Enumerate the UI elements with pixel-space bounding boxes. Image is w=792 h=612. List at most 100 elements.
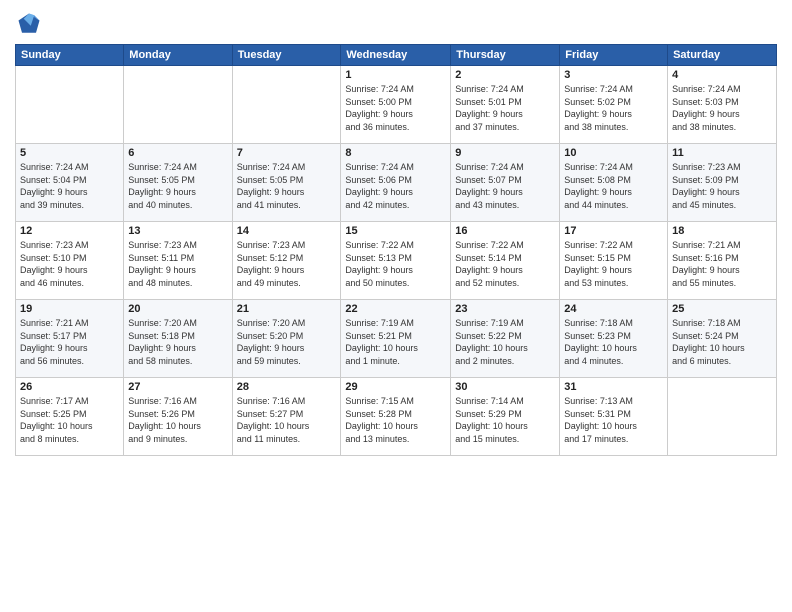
calendar-cell: 26 Sunrise: 7:17 AM Sunset: 5:25 PM Dayli… [16,378,124,456]
day-info: Sunrise: 7:22 AM Sunset: 5:15 PM Dayligh… [564,239,663,289]
calendar-cell: 16Sunrise: 7:22 AM Sunset: 5:14 PM Dayli… [451,222,560,300]
calendar-cell: 17 Sunrise: 7:22 AM Sunset: 5:15 PM Dayli… [560,222,668,300]
calendar-cell: 2 Sunrise: 7:24 AM Sunset: 5:01 PM Daylig… [451,66,560,144]
calendar-cell: 13Sunrise: 7:23 AM Sunset: 5:11 PM Dayli… [124,222,232,300]
day-info: Sunrise: 7:20 AM Sunset: 5:20 PM Dayligh… [237,317,337,367]
day-number: 19 [20,303,119,315]
day-info: Sunrise: 7:24 AM Sunset: 5:01 PM Dayligh… [455,83,555,133]
day-number: 29 [345,381,446,393]
day-number: 6 [128,147,227,159]
day-number: 22 [345,303,446,315]
calendar-cell: 7 Sunrise: 7:24 AM Sunset: 5:05 PM Daylig… [232,144,341,222]
day-info: Sunrise: 7:23 AM Sunset: 5:12 PM Dayligh… [237,239,337,289]
calendar-cell: 28Sunrise: 7:16 AM Sunset: 5:27 PM Dayli… [232,378,341,456]
calendar-cell [124,66,232,144]
day-number: 28 [237,381,337,393]
calendar-cell [16,66,124,144]
day-number: 13 [128,225,227,237]
weekday-header-row: SundayMondayTuesdayWednesdayThursdayFrid… [16,45,777,66]
day-number: 9 [455,147,555,159]
week-row-2: 5 Sunrise: 7:24 AM Sunset: 5:04 PM Daylig… [16,144,777,222]
calendar-cell: 24Sunrise: 7:18 AM Sunset: 5:23 PM Dayli… [560,300,668,378]
calendar-cell: 4 Sunrise: 7:24 AM Sunset: 5:03 PM Daylig… [668,66,777,144]
calendar-cell: 31 Sunrise: 7:13 AM Sunset: 5:31 PM Dayli… [560,378,668,456]
day-number: 25 [672,303,772,315]
day-info: Sunrise: 7:24 AM Sunset: 5:05 PM Dayligh… [128,161,227,211]
day-info: Sunrise: 7:16 AM Sunset: 5:26 PM Dayligh… [128,395,227,445]
day-info: Sunrise: 7:22 AM Sunset: 5:13 PM Dayligh… [345,239,446,289]
day-info: Sunrise: 7:24 AM Sunset: 5:05 PM Dayligh… [237,161,337,211]
weekday-header-saturday: Saturday [668,45,777,66]
calendar-cell: 27 Sunrise: 7:16 AM Sunset: 5:26 PM Dayli… [124,378,232,456]
day-info: Sunrise: 7:23 AM Sunset: 5:09 PM Dayligh… [672,161,772,211]
day-info: Sunrise: 7:21 AM Sunset: 5:17 PM Dayligh… [20,317,119,367]
weekday-header-thursday: Thursday [451,45,560,66]
weekday-header-monday: Monday [124,45,232,66]
calendar-cell: 1 Sunrise: 7:24 AM Sunset: 5:00 PM Daylig… [341,66,451,144]
day-number: 16 [455,225,555,237]
calendar-cell [668,378,777,456]
header [15,10,777,38]
weekday-header-friday: Friday [560,45,668,66]
weekday-header-sunday: Sunday [16,45,124,66]
calendar-cell: 12Sunrise: 7:23 AM Sunset: 5:10 PM Dayli… [16,222,124,300]
day-number: 4 [672,69,772,81]
weekday-header-wednesday: Wednesday [341,45,451,66]
day-number: 10 [564,147,663,159]
day-info: Sunrise: 7:19 AM Sunset: 5:22 PM Dayligh… [455,317,555,367]
day-info: Sunrise: 7:24 AM Sunset: 5:00 PM Dayligh… [345,83,446,133]
day-number: 20 [128,303,227,315]
day-info: Sunrise: 7:21 AM Sunset: 5:16 PM Dayligh… [672,239,772,289]
day-number: 1 [345,69,446,81]
calendar-cell: 9Sunrise: 7:24 AM Sunset: 5:07 PM Daylig… [451,144,560,222]
day-info: Sunrise: 7:24 AM Sunset: 5:03 PM Dayligh… [672,83,772,133]
day-info: Sunrise: 7:18 AM Sunset: 5:23 PM Dayligh… [564,317,663,367]
logo [15,10,47,38]
day-number: 11 [672,147,772,159]
day-info: Sunrise: 7:24 AM Sunset: 5:02 PM Dayligh… [564,83,663,133]
day-info: Sunrise: 7:17 AM Sunset: 5:25 PM Dayligh… [20,395,119,445]
day-number: 27 [128,381,227,393]
week-row-5: 26 Sunrise: 7:17 AM Sunset: 5:25 PM Dayli… [16,378,777,456]
day-number: 2 [455,69,555,81]
day-info: Sunrise: 7:24 AM Sunset: 5:04 PM Dayligh… [20,161,119,211]
weekday-header-tuesday: Tuesday [232,45,341,66]
day-info: Sunrise: 7:20 AM Sunset: 5:18 PM Dayligh… [128,317,227,367]
day-number: 15 [345,225,446,237]
calendar-cell: 18 Sunrise: 7:21 AM Sunset: 5:16 PM Dayli… [668,222,777,300]
day-info: Sunrise: 7:15 AM Sunset: 5:28 PM Dayligh… [345,395,446,445]
page: SundayMondayTuesdayWednesdayThursdayFrid… [0,0,792,612]
calendar-cell: 19 Sunrise: 7:21 AM Sunset: 5:17 PM Dayli… [16,300,124,378]
day-number: 3 [564,69,663,81]
day-number: 17 [564,225,663,237]
calendar-cell: 11 Sunrise: 7:23 AM Sunset: 5:09 PM Dayli… [668,144,777,222]
day-info: Sunrise: 7:13 AM Sunset: 5:31 PM Dayligh… [564,395,663,445]
calendar-cell: 10 Sunrise: 7:24 AM Sunset: 5:08 PM Dayli… [560,144,668,222]
calendar-cell: 29 Sunrise: 7:15 AM Sunset: 5:28 PM Dayli… [341,378,451,456]
day-info: Sunrise: 7:19 AM Sunset: 5:21 PM Dayligh… [345,317,446,367]
calendar-cell: 23 Sunrise: 7:19 AM Sunset: 5:22 PM Dayli… [451,300,560,378]
day-number: 18 [672,225,772,237]
day-number: 31 [564,381,663,393]
calendar-cell: 3 Sunrise: 7:24 AM Sunset: 5:02 PM Daylig… [560,66,668,144]
day-number: 14 [237,225,337,237]
calendar-cell: 6 Sunrise: 7:24 AM Sunset: 5:05 PM Daylig… [124,144,232,222]
day-number: 26 [20,381,119,393]
calendar-cell: 22 Sunrise: 7:19 AM Sunset: 5:21 PM Dayli… [341,300,451,378]
calendar-cell: 30Sunrise: 7:14 AM Sunset: 5:29 PM Dayli… [451,378,560,456]
day-info: Sunrise: 7:18 AM Sunset: 5:24 PM Dayligh… [672,317,772,367]
calendar-cell: 5 Sunrise: 7:24 AM Sunset: 5:04 PM Daylig… [16,144,124,222]
day-number: 7 [237,147,337,159]
day-info: Sunrise: 7:24 AM Sunset: 5:08 PM Dayligh… [564,161,663,211]
calendar: SundayMondayTuesdayWednesdayThursdayFrid… [15,44,777,456]
calendar-cell: 14 Sunrise: 7:23 AM Sunset: 5:12 PM Dayli… [232,222,341,300]
week-row-4: 19 Sunrise: 7:21 AM Sunset: 5:17 PM Dayli… [16,300,777,378]
day-number: 5 [20,147,119,159]
day-number: 21 [237,303,337,315]
calendar-cell [232,66,341,144]
calendar-cell: 21 Sunrise: 7:20 AM Sunset: 5:20 PM Dayli… [232,300,341,378]
day-number: 23 [455,303,555,315]
logo-icon [15,10,43,38]
calendar-cell: 8Sunrise: 7:24 AM Sunset: 5:06 PM Daylig… [341,144,451,222]
calendar-cell: 20 Sunrise: 7:20 AM Sunset: 5:18 PM Dayli… [124,300,232,378]
